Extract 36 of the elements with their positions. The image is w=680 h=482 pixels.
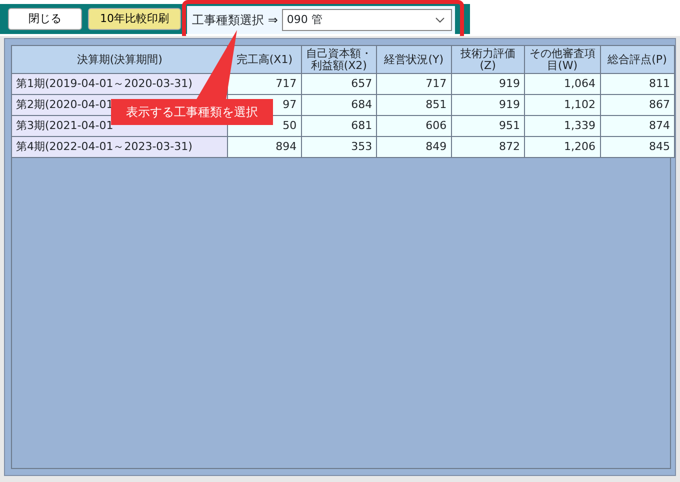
table-cell: 851 (376, 94, 452, 116)
table-cell: 811 (600, 74, 674, 94)
column-header: その他審査項目(W) (529, 46, 596, 72)
type-dropdown[interactable]: 090 管 (282, 9, 452, 31)
table-cell: 717 (376, 74, 452, 94)
table-cell: 874 (600, 116, 674, 136)
column-header: 決算期(決算期間) (76, 52, 162, 66)
table-cell: 1,102 (524, 94, 600, 116)
close-button[interactable]: 閉じる (8, 8, 82, 30)
table-cell: 919 (451, 74, 525, 94)
column-header: 完工高(X1) (236, 52, 293, 66)
table-cell: 1,064 (524, 74, 600, 94)
callout: 表示する工事種類を選択 (111, 99, 273, 125)
selector-label: 工事種類選択 ⇒ (192, 12, 278, 29)
column-header: 総合評点(P) (608, 52, 667, 66)
table-cell: 717 (228, 74, 302, 94)
period-cell: 第4期(2022-04-01～2023-03-31) (12, 136, 228, 158)
table-cell: 684 (301, 94, 377, 116)
table-cell: 919 (451, 94, 525, 116)
table-cell: 1,206 (524, 136, 600, 158)
table-cell: 894 (228, 136, 302, 158)
table-cell: 872 (451, 136, 525, 158)
column-header: 技術力評価(Z) (460, 46, 516, 72)
table-cell: 849 (376, 136, 452, 158)
column-header: 自己資本額・利益額(X2) (306, 46, 372, 72)
table-cell: 606 (376, 116, 452, 136)
table-cell: 867 (600, 94, 674, 116)
table-cell: 681 (301, 116, 377, 136)
table-cell: 353 (301, 136, 377, 158)
column-header: 経営状況(Y) (384, 52, 444, 66)
table-cell: 845 (600, 136, 674, 158)
print-button[interactable]: 10年比較印刷 (88, 8, 181, 30)
table-cell: 1,339 (524, 116, 600, 136)
table-cell: 657 (301, 74, 377, 94)
chevron-down-icon (434, 17, 445, 23)
table-cell: 951 (451, 116, 525, 136)
